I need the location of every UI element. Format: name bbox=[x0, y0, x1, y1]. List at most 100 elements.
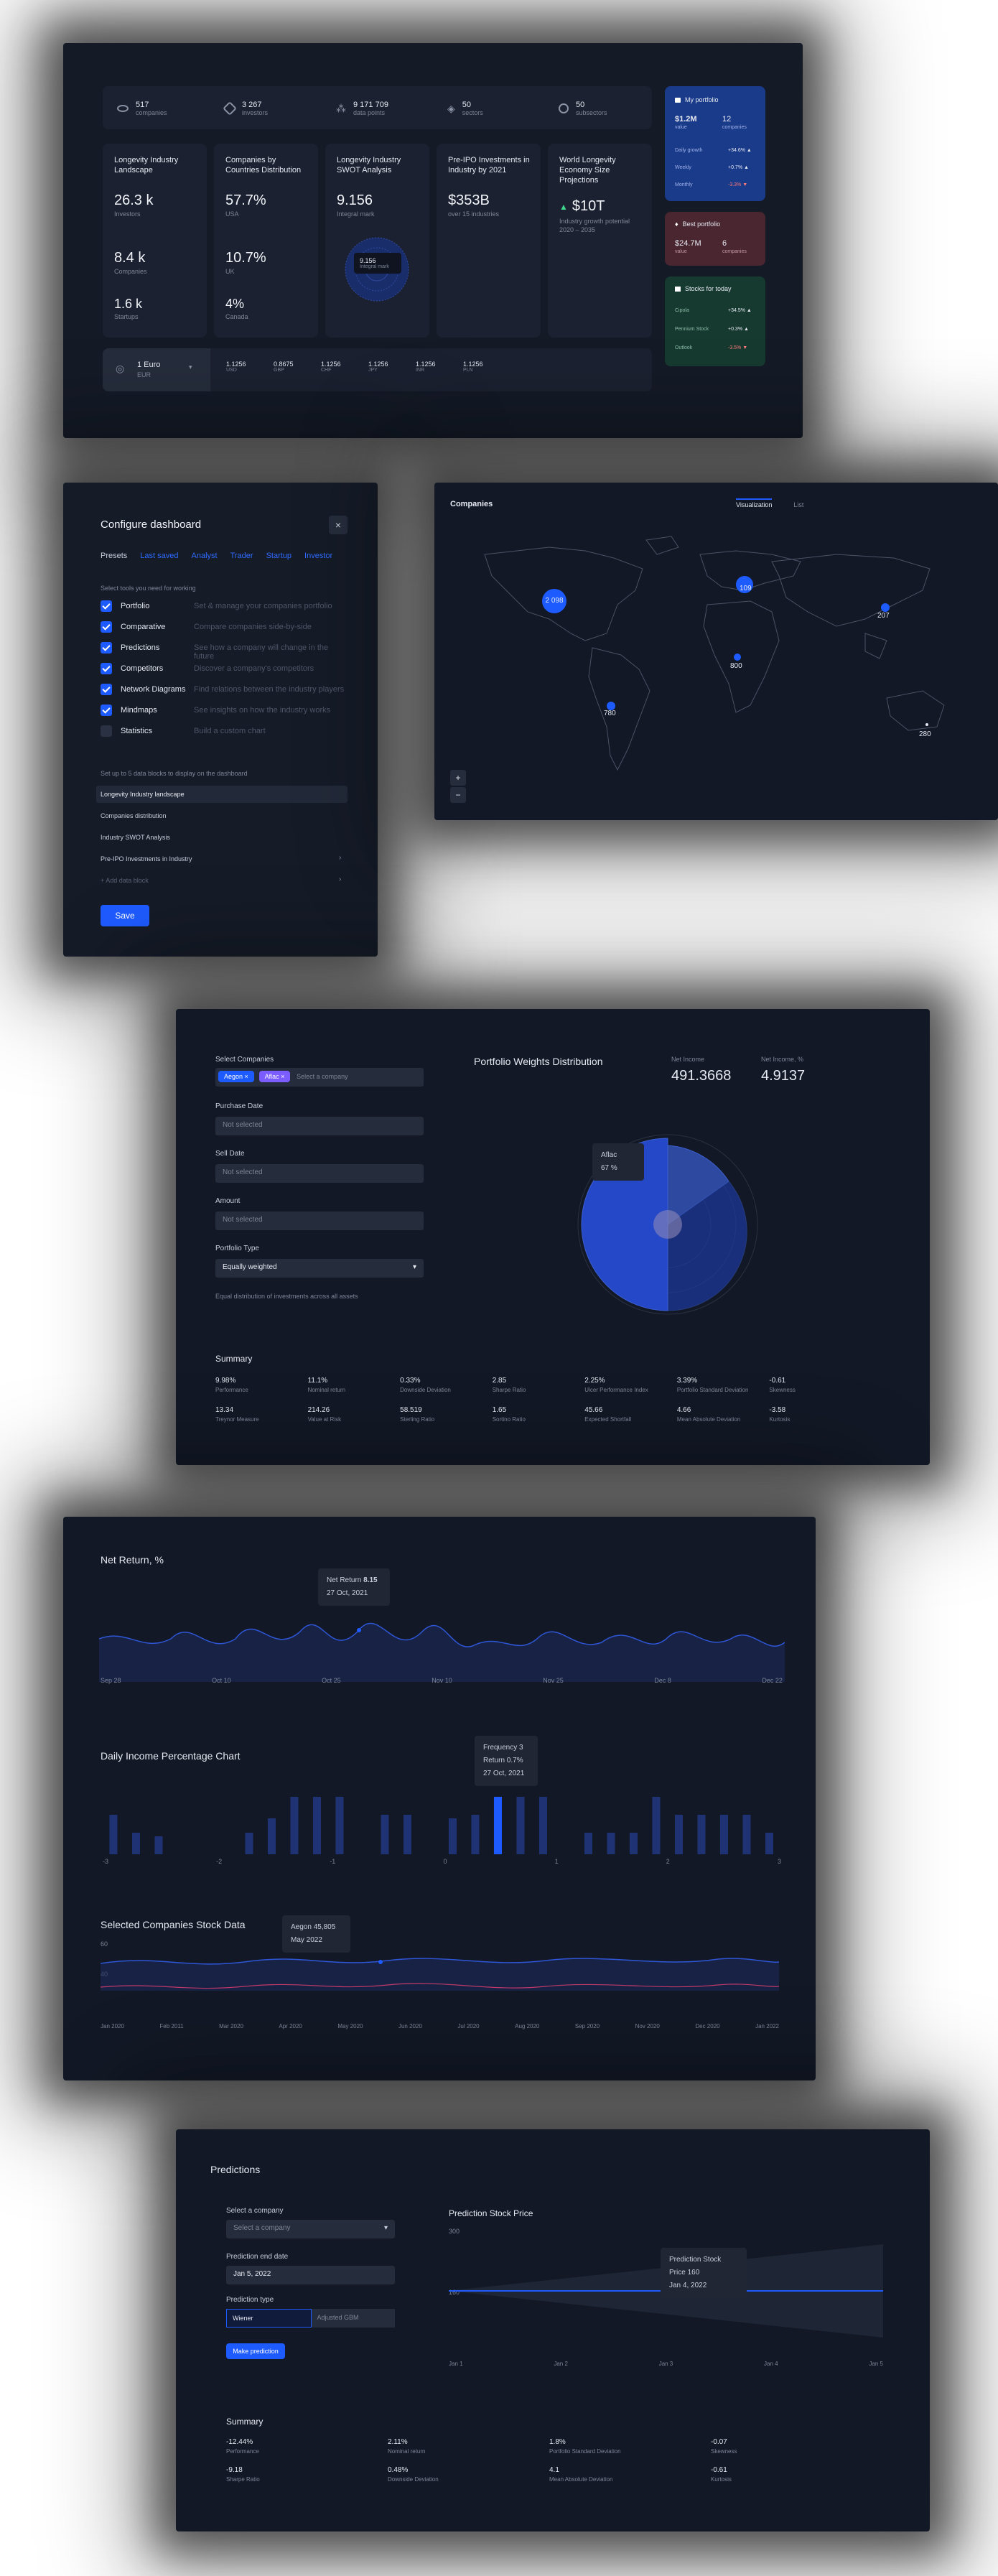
tool-row[interactable]: Predictions See how a company will chang… bbox=[101, 642, 345, 661]
chip-aflac[interactable]: Aflac × bbox=[258, 1071, 291, 1082]
histogram-bar[interactable] bbox=[607, 1833, 615, 1854]
save-button[interactable]: Save bbox=[101, 905, 149, 926]
tool-row[interactable]: Portfolio Set & manage your companies po… bbox=[101, 600, 345, 615]
prediction-company-select[interactable]: Select a company ▾ bbox=[226, 2220, 395, 2238]
tile-countries[interactable]: Companies by Countries Distribution 57.7… bbox=[214, 144, 318, 338]
tab-list[interactable]: List bbox=[793, 501, 803, 508]
bubble-africa[interactable] bbox=[734, 654, 741, 661]
histogram-bar[interactable] bbox=[674, 1815, 683, 1854]
histogram-bar[interactable] bbox=[493, 1797, 502, 1854]
checkbox-icon[interactable] bbox=[101, 663, 112, 674]
bubble-asia[interactable] bbox=[881, 603, 890, 612]
summary-item: 2.85 Sharpe Ratio bbox=[492, 1377, 526, 1393]
block-row[interactable]: Pre-IPO Investments in Industry › bbox=[96, 850, 348, 868]
stock-data-chart bbox=[101, 1958, 779, 1991]
chevron-right-icon: › bbox=[339, 875, 342, 883]
histogram-bar[interactable] bbox=[516, 1797, 525, 1854]
prediction-date-input[interactable]: Jan 5, 2022 bbox=[226, 2266, 395, 2284]
tab-visualization[interactable]: Visualization bbox=[736, 498, 773, 508]
checkbox-icon[interactable] bbox=[101, 705, 112, 716]
tile-economy[interactable]: World Longevity Economy Size Projections… bbox=[548, 144, 652, 338]
histogram-bar[interactable] bbox=[290, 1797, 299, 1854]
best-portfolio-card[interactable]: ♦ Best portfolio $24.7M value 6 companies bbox=[665, 212, 765, 266]
chip-aegon[interactable]: Aegon × bbox=[218, 1071, 254, 1082]
histogram-bar[interactable] bbox=[448, 1818, 457, 1854]
checkbox-icon[interactable] bbox=[101, 684, 112, 695]
histogram-bar[interactable] bbox=[335, 1797, 344, 1854]
type-gbm-option[interactable]: Adjusted GBM bbox=[311, 2309, 395, 2328]
tab-analyst[interactable]: Analyst bbox=[192, 552, 218, 560]
tab-presets[interactable]: Presets bbox=[101, 552, 127, 560]
stat-datapoints: ⁂ 9 171 709 data points bbox=[336, 101, 388, 116]
prediction-xaxis: Jan 1 Jan 2 Jan 3 Jan 4 Jan 5 bbox=[449, 2361, 883, 2367]
tile-landscape[interactable]: Longevity Industry Landscape 26.3 k Inve… bbox=[103, 144, 207, 338]
histogram-bar[interactable] bbox=[719, 1815, 728, 1854]
link-icon bbox=[223, 101, 237, 116]
tab-last-saved[interactable]: Last saved bbox=[140, 552, 178, 560]
block-row[interactable]: Industry SWOT Analysis bbox=[96, 829, 348, 846]
zoom-out-button[interactable]: − bbox=[450, 787, 466, 803]
portfolio-type-select[interactable]: Equally weighted ▾ bbox=[215, 1259, 424, 1278]
charts-panel: Net Return, % Net Return 8.15 27 Oct, 20… bbox=[63, 1517, 816, 2080]
my-portfolio-card[interactable]: My portfolio $1.2M value 12 companies Da… bbox=[665, 86, 765, 201]
tile-preipo[interactable]: Pre-IPO Investments in Industry by 2021 … bbox=[437, 144, 541, 338]
histogram-bar[interactable] bbox=[697, 1815, 706, 1854]
net-return-tooltip: Net Return 8.15 27 Oct, 2021 bbox=[318, 1568, 390, 1606]
histogram-bar[interactable] bbox=[245, 1833, 253, 1854]
chart-title: Portfolio Weights Distribution bbox=[474, 1056, 603, 1067]
block-row[interactable]: Longevity Industry landscape bbox=[96, 786, 348, 803]
bubble-usa[interactable]: 2 098 bbox=[542, 589, 566, 613]
stat-investors: 3 267 investors bbox=[223, 101, 336, 116]
tab-startup[interactable]: Startup bbox=[266, 552, 292, 560]
tool-row[interactable]: Competitors Discover a company's competi… bbox=[101, 663, 345, 677]
checkbox-icon[interactable] bbox=[101, 642, 112, 654]
checkbox-icon[interactable] bbox=[101, 621, 112, 633]
close-button[interactable]: × bbox=[329, 516, 348, 534]
histogram-bar[interactable] bbox=[471, 1815, 480, 1854]
currency-select[interactable]: ◎ 1 Euro EUR ▾ bbox=[103, 348, 210, 391]
histogram-bar[interactable] bbox=[131, 1833, 140, 1854]
histogram-bar[interactable] bbox=[154, 1836, 163, 1854]
histogram-bar[interactable] bbox=[538, 1797, 547, 1854]
amount-input[interactable]: Not selected bbox=[215, 1212, 424, 1230]
tab-investor[interactable]: Investor bbox=[304, 552, 332, 560]
histogram-bar[interactable] bbox=[403, 1815, 411, 1854]
histogram-bar[interactable] bbox=[267, 1818, 276, 1854]
net-income-pct-value: 4.9137 bbox=[761, 1068, 806, 1084]
histogram-bar[interactable] bbox=[584, 1833, 592, 1854]
histogram-bar[interactable] bbox=[652, 1797, 661, 1854]
map-title: Companies bbox=[450, 500, 493, 508]
tool-row[interactable]: Mindmaps See insights on how the industr… bbox=[101, 705, 345, 719]
histogram-bar[interactable] bbox=[109, 1815, 118, 1854]
tool-row[interactable]: Statistics Build a custom chart bbox=[101, 725, 345, 740]
checkbox-icon[interactable] bbox=[101, 600, 112, 612]
add-block-button[interactable]: + Add data block › bbox=[96, 872, 348, 889]
purchase-date-input[interactable]: Not selected bbox=[215, 1117, 424, 1135]
bubble-australia[interactable] bbox=[925, 723, 928, 726]
histogram-bar[interactable] bbox=[629, 1833, 638, 1854]
tool-row[interactable]: Network Diagrams Find relations between … bbox=[101, 684, 345, 698]
sell-date-input[interactable]: Not selected bbox=[215, 1164, 424, 1183]
histogram-bar[interactable] bbox=[312, 1797, 321, 1854]
summary-item: 3.39% Portfolio Standard Deviation bbox=[676, 1377, 749, 1393]
histogram-bar[interactable] bbox=[381, 1815, 389, 1854]
summary-item: 1.8% Portfolio Standard Deviation bbox=[549, 2438, 621, 2455]
summary-item: 13.34 Treynor Measure bbox=[215, 1406, 259, 1423]
stocks-today-card[interactable]: Stocks for today Cipola +34.5% ▲ Pennium… bbox=[665, 276, 765, 366]
histogram-bar[interactable] bbox=[765, 1833, 773, 1854]
configure-dialog: Configure dashboard × Presets Last saved… bbox=[63, 483, 378, 957]
tool-row[interactable]: Comparative Compare companies side-by-si… bbox=[101, 621, 345, 636]
checkbox-icon[interactable] bbox=[101, 725, 112, 737]
tab-trader[interactable]: Trader bbox=[230, 552, 253, 560]
summary-item: 214.26 Value at Risk bbox=[307, 1406, 342, 1423]
zoom-in-button[interactable]: + bbox=[450, 770, 466, 786]
histogram-bar[interactable] bbox=[742, 1815, 751, 1854]
grid-icon: ◈ bbox=[447, 102, 455, 114]
summary-grid: 9.98% Performance 11.1% Nominal return 0.3… bbox=[215, 1377, 862, 1423]
type-wiener-option[interactable]: Wiener bbox=[226, 2309, 312, 2328]
summary-item: 0.33% Downside Deviation bbox=[400, 1377, 451, 1393]
make-prediction-button[interactable]: Make prediction bbox=[226, 2343, 285, 2359]
tile-swot[interactable]: Longevity Industry SWOT Analysis 9.156 I… bbox=[325, 144, 429, 338]
block-row[interactable]: Companies distribution bbox=[96, 807, 348, 824]
company-select[interactable]: Aegon × Aflac × Select a company bbox=[215, 1068, 424, 1087]
